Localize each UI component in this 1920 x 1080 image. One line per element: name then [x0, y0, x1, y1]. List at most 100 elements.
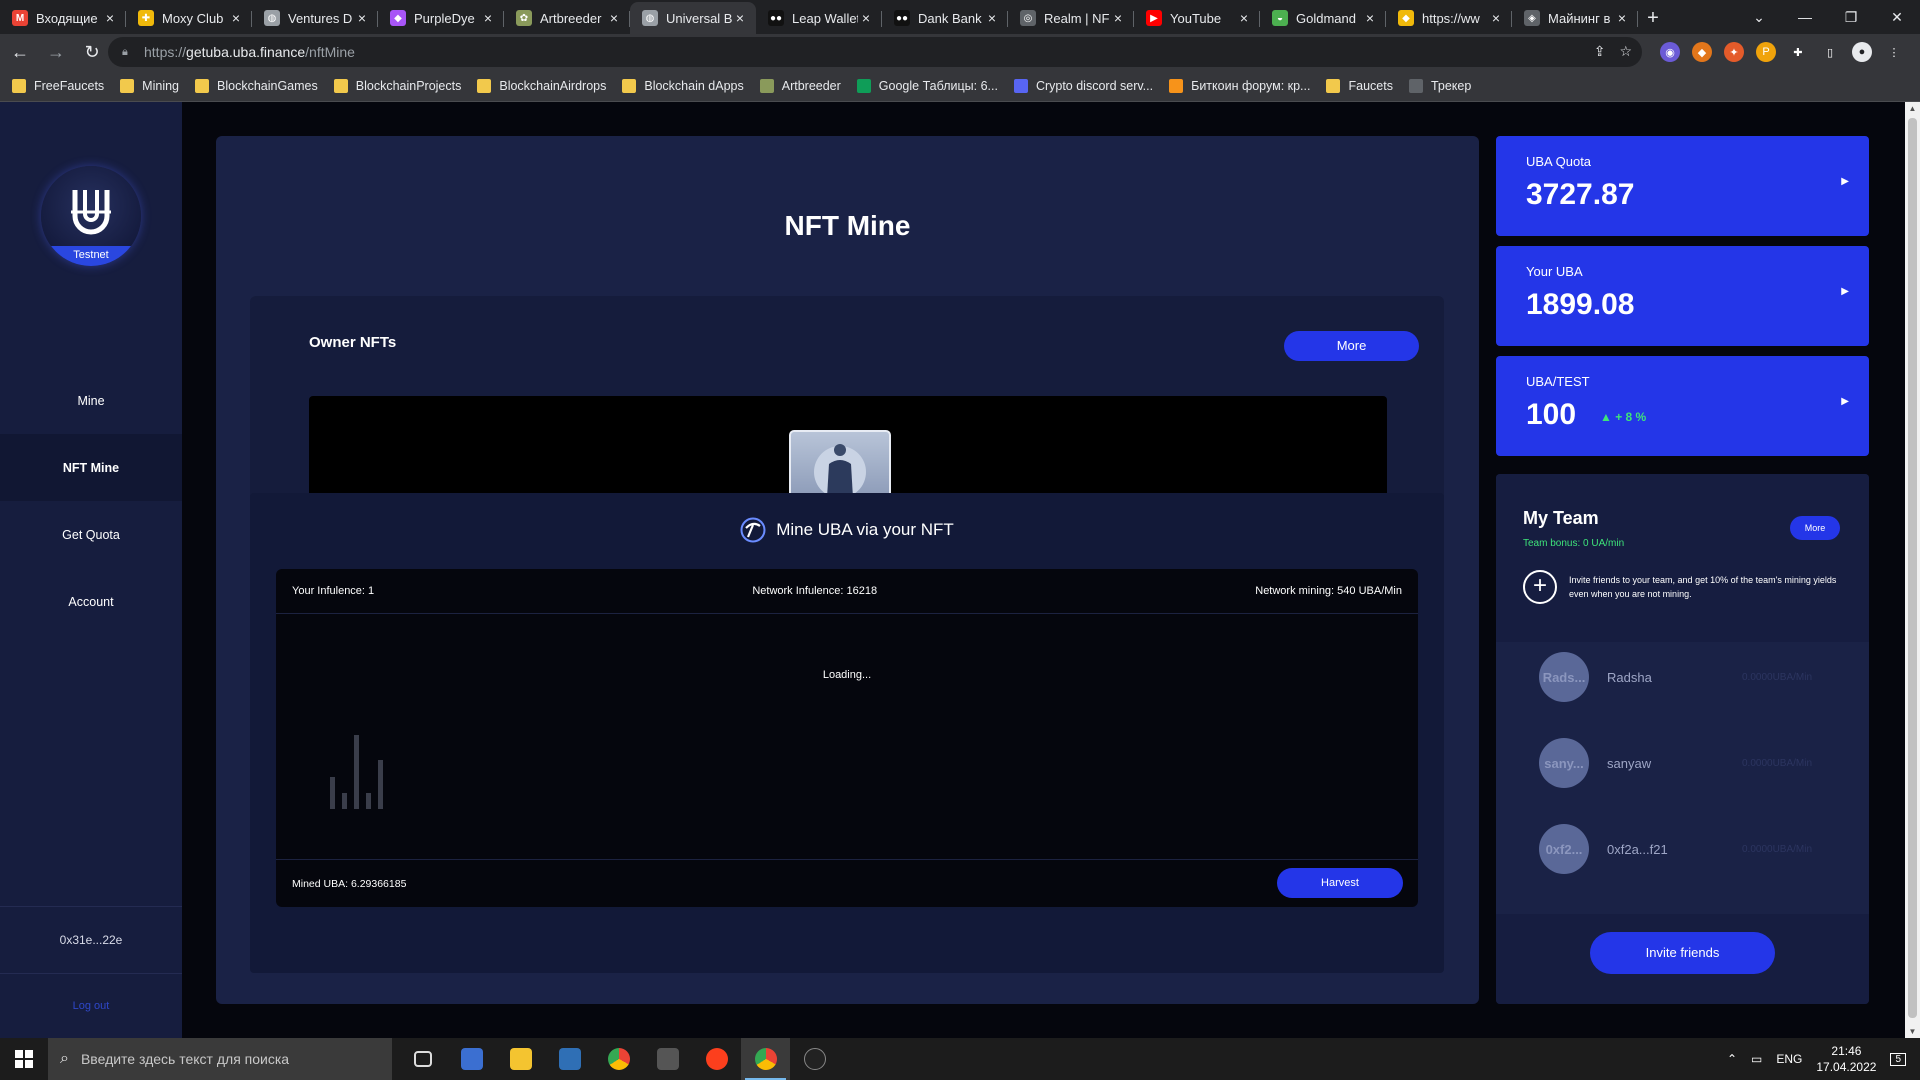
menu-icon[interactable]: ⋮ — [1884, 42, 1904, 62]
reload-button[interactable]: ↻ — [76, 36, 108, 68]
logout-link[interactable]: Log out — [0, 1000, 182, 1012]
browser-tab[interactable]: ◆ PurpleDye × — [378, 2, 504, 34]
bookmark-folder-icon — [856, 78, 871, 93]
owner-nfts-title: Owner NFTs — [309, 334, 397, 351]
uba-logo[interactable]: Testnet — [41, 166, 141, 266]
bookmark-label: Биткоин форум: кр... — [1191, 78, 1311, 93]
tab-title: Goldmand — [1296, 10, 1356, 26]
tab-close-icon[interactable]: × — [858, 10, 874, 26]
tab-close-icon[interactable]: × — [228, 10, 244, 26]
browser-tab[interactable]: ◍ Universal B × — [630, 2, 756, 34]
uba-price-card[interactable]: UBA/TEST 100 ▲ + 8 % ▶ — [1496, 356, 1869, 456]
save-app-icon[interactable] — [447, 1038, 496, 1080]
bookmark-item[interactable]: Биткоин форум: кр... — [1169, 78, 1311, 93]
bookmark-item[interactable]: Google Таблицы: 6... — [856, 78, 998, 93]
browser-tab[interactable]: ▶ YouTube × — [1134, 2, 1260, 34]
tab-close-icon[interactable]: × — [1488, 10, 1504, 26]
restore-button[interactable]: ❐ — [1828, 0, 1874, 34]
close-window-button[interactable]: ✕ — [1874, 0, 1920, 34]
url-scheme: https:// — [144, 44, 187, 60]
yandex-browser-icon[interactable] — [692, 1038, 741, 1080]
wallet-address[interactable]: 0x31e...22e — [0, 906, 182, 974]
tab-close-icon[interactable]: × — [1110, 10, 1126, 26]
new-tab-button[interactable]: + — [1638, 2, 1668, 34]
browser-tab[interactable]: ✿ Artbreeder × — [504, 2, 630, 34]
browser-tab[interactable]: ●● Leap Wallet × — [756, 2, 882, 34]
browser-tab[interactable]: ●● Dank Bank × — [882, 2, 1008, 34]
chrome-icon[interactable] — [594, 1038, 643, 1080]
chrome-active-icon[interactable] — [741, 1038, 790, 1080]
tab-close-icon[interactable]: × — [102, 10, 118, 26]
tab-close-icon[interactable]: × — [984, 10, 1000, 26]
bookmark-item[interactable]: Mining — [120, 78, 179, 93]
plus-icon[interactable]: + — [1523, 570, 1557, 604]
taskbar-search[interactable]: ⌕ Введите здесь текст для поиска — [48, 1038, 392, 1080]
back-button[interactable]: ← — [4, 36, 36, 68]
wallet-app-icon[interactable] — [790, 1038, 839, 1080]
tab-close-icon[interactable]: × — [1236, 10, 1252, 26]
page-scrollbar[interactable]: ▲ ▼ — [1905, 102, 1920, 1038]
task-view-icon[interactable] — [398, 1038, 447, 1080]
chevron-up-icon[interactable]: ⌃ — [1727, 1052, 1737, 1066]
file-explorer-icon[interactable] — [496, 1038, 545, 1080]
bookmark-item[interactable]: BlockchainAirdrops — [477, 78, 606, 93]
team-more-button[interactable]: More — [1790, 516, 1840, 540]
camera-app-icon[interactable] — [545, 1038, 594, 1080]
sidebar-item-account[interactable]: Account — [0, 568, 182, 635]
browser-tab[interactable]: M Входящие (× — [0, 2, 126, 34]
extension-icon[interactable]: P — [1756, 42, 1776, 62]
bookmark-item[interactable]: BlockchainProjects — [333, 78, 461, 93]
puzzle-icon[interactable]: ✚ — [1788, 42, 1808, 62]
harvest-button[interactable]: Harvest — [1277, 868, 1403, 898]
tab-close-icon[interactable]: × — [480, 10, 496, 26]
video-editor-icon[interactable] — [643, 1038, 692, 1080]
bookmark-item[interactable]: Crypto discord serv... — [1013, 78, 1153, 93]
share-icon[interactable]: ⇪ — [1594, 43, 1606, 60]
address-bar[interactable]: 🔒︎ https://getuba.uba.finance/nftMine ⇪ … — [108, 37, 1642, 67]
browser-tab[interactable]: ◆ https://ww × — [1386, 2, 1512, 34]
bookmark-item[interactable]: Трекер — [1408, 78, 1471, 93]
bookmark-item[interactable]: Faucets — [1326, 78, 1393, 93]
sidebar-item-nft-mine[interactable]: NFT Mine — [0, 434, 182, 501]
forward-button[interactable]: → — [40, 36, 72, 68]
bookmark-item[interactable]: Blockchain dApps — [622, 78, 744, 93]
bookmark-item[interactable]: FreeFaucets — [12, 78, 104, 93]
tab-close-icon[interactable]: × — [1614, 10, 1630, 26]
tab-close-icon[interactable]: × — [354, 10, 370, 26]
tab-search-icon[interactable]: ⌄ — [1736, 0, 1782, 34]
browser-tab[interactable]: ◍ Ventures D × — [252, 2, 378, 34]
bookmark-item[interactable]: BlockchainGames — [195, 78, 318, 93]
scroll-up-arrow-icon[interactable]: ▲ — [1908, 104, 1917, 113]
browser-tab[interactable]: ◎ Realm | NF × — [1008, 2, 1134, 34]
tab-close-icon[interactable]: × — [732, 10, 748, 26]
start-button[interactable] — [0, 1038, 48, 1080]
bookmark-item[interactable]: Artbreeder — [759, 78, 841, 93]
your-uba-card[interactable]: Your UBA 1899.08 ▶ — [1496, 246, 1869, 346]
tab-close-icon[interactable]: × — [1362, 10, 1378, 26]
nft-thumbnail[interactable] — [789, 430, 891, 500]
scrollbar-thumb[interactable] — [1908, 118, 1917, 1018]
metamask-icon[interactable]: ◆ — [1692, 42, 1712, 62]
profile-icon[interactable]: ● — [1852, 42, 1872, 62]
network-icon[interactable]: ▭ — [1751, 1052, 1762, 1066]
owner-nfts-more-button[interactable]: More — [1284, 331, 1419, 361]
clock[interactable]: 21:46 17.04.2022 — [1816, 1043, 1876, 1075]
extension-icon[interactable]: ✦ — [1724, 42, 1744, 62]
tab-close-icon[interactable]: × — [606, 10, 622, 26]
extension-icon[interactable]: ◉ — [1660, 42, 1680, 62]
scroll-down-arrow-icon[interactable]: ▼ — [1908, 1027, 1917, 1036]
bookmark-star-icon[interactable]: ☆ — [1619, 43, 1632, 60]
mining-stats-row: Your Infulence: 1 Network Infulence: 162… — [276, 569, 1418, 614]
browser-tab[interactable]: ◒ Goldmand × — [1260, 2, 1386, 34]
invite-friends-button[interactable]: Invite friends — [1590, 932, 1775, 974]
activity-bar — [378, 760, 383, 809]
sidebar-item-get-quota[interactable]: Get Quota — [0, 501, 182, 568]
side-panel-icon[interactable]: ▯ — [1820, 42, 1840, 62]
browser-tab[interactable]: ◈ Майнинг в × — [1512, 2, 1638, 34]
notifications-icon[interactable]: 5 — [1890, 1052, 1906, 1066]
minimize-button[interactable]: — — [1782, 0, 1828, 34]
language-indicator[interactable]: ENG — [1776, 1052, 1802, 1066]
browser-tab[interactable]: ✚ Moxy Club × — [126, 2, 252, 34]
sidebar-item-mine[interactable]: Mine — [0, 367, 182, 434]
uba-quota-card[interactable]: UBA Quota 3727.87 ▶ — [1496, 136, 1869, 236]
